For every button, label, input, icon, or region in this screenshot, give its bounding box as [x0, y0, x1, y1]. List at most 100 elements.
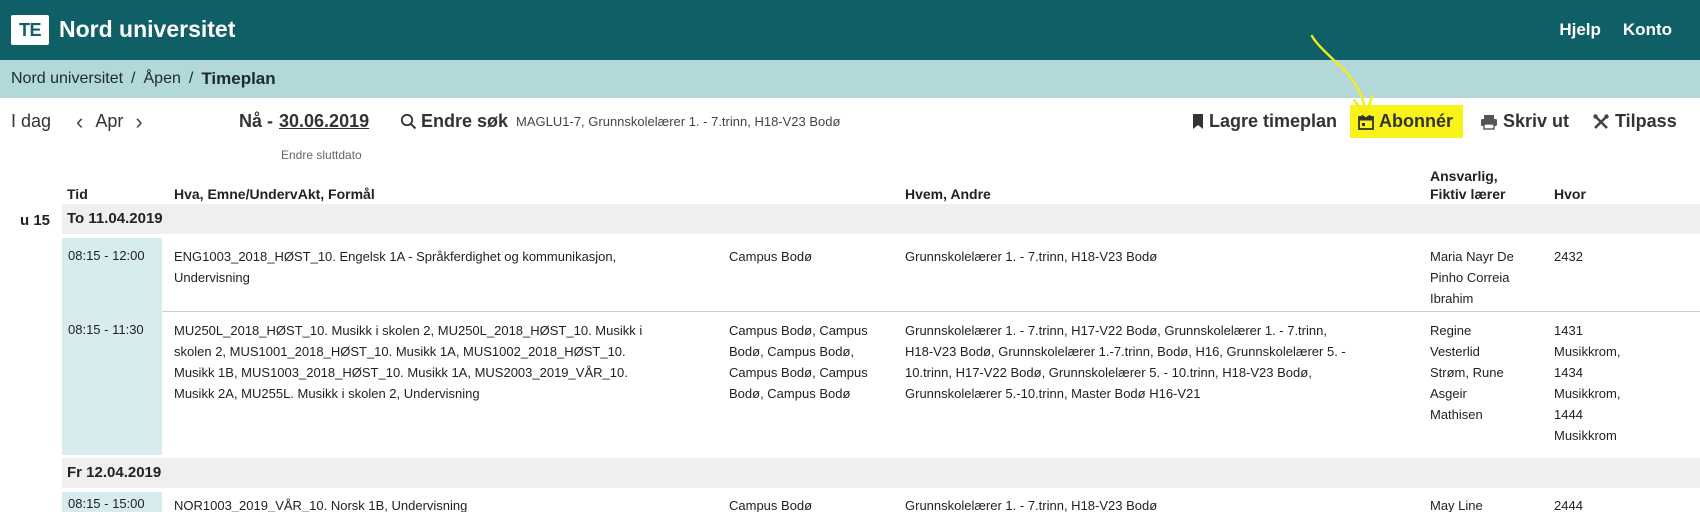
breadcrumb-separator: / [188, 70, 194, 87]
day-header: Fr 12.04.2019 [62, 458, 1700, 488]
who-cell: Grunnskolelærer 1. - 7.trinn, H18-V23 Bo… [905, 246, 1415, 267]
who-line: Grunnskolelærer 1. - 7.trinn, H17-V22 Bo… [905, 323, 1327, 338]
bookmark-icon [1193, 114, 1203, 129]
where-line: 1431 [1554, 323, 1583, 338]
printer-icon [1481, 114, 1497, 130]
today-button[interactable]: I dag [11, 111, 51, 132]
column-header-what: Hva, Emne/UndervAkt, Formål [174, 186, 375, 202]
responsible-line: Maria Nayr De [1430, 249, 1514, 264]
column-header-responsible: Ansvarlig, Fiktiv lærer [1430, 167, 1505, 203]
change-end-date-link[interactable]: Endre sluttdato [281, 148, 362, 162]
app-title[interactable]: Nord universitet [59, 16, 235, 43]
where-line: Musikkrom [1554, 428, 1617, 443]
responsible-cell: May Line [1430, 495, 1540, 512]
week-label: u 15 [20, 212, 51, 229]
breadcrumb-current: Timeplan [201, 69, 276, 88]
chevron-right-icon[interactable]: › [135, 110, 142, 132]
campus-cell: Campus Bodø, Campus Bodø, Campus Bodø, C… [729, 320, 899, 404]
what-line: Undervisning [174, 270, 250, 285]
campus-line: Bodø, Campus Bodø [729, 386, 851, 401]
end-date-link[interactable]: 30.06.2019 [279, 111, 369, 132]
what-line: ENG1003_2018_HØST_10. Engelsk 1A - Språk… [174, 249, 617, 264]
responsible-line: Vesterlid [1430, 344, 1480, 359]
responsible-cell: Maria Nayr De Pinho Correia Ibrahim [1430, 246, 1540, 309]
column-header-who: Hvem, Andre [905, 186, 991, 202]
search-query: MAGLU1-7, Grunnskolelærer 1. - 7.trinn, … [516, 114, 841, 129]
what-line: Musikk 2A, MU255L. Musikk i skolen 2, Un… [174, 386, 480, 401]
who-cell: Grunnskolelærer 1. - 7.trinn, H18-V23 Bo… [905, 495, 1415, 512]
te-logo[interactable]: TE [11, 15, 49, 45]
responsible-line: Asgeir [1430, 386, 1467, 401]
where-line: Musikkrom, [1554, 344, 1621, 359]
campus-cell: Campus Bodø [729, 246, 899, 267]
where-line: 2444 [1554, 498, 1583, 512]
where-cell: 2444 [1554, 495, 1684, 512]
account-link[interactable]: Konto [1623, 20, 1672, 40]
campus-line: Campus Bodø, Campus [729, 323, 868, 338]
responsible-line: May Line [1430, 498, 1483, 512]
column-header-time: Tid [67, 186, 88, 202]
chevron-left-icon[interactable]: ‹ [76, 110, 83, 132]
campus-line: Bodø, Campus Bodø, [729, 344, 854, 359]
where-cell: 2432 [1554, 246, 1684, 267]
now-label: Nå - [239, 111, 274, 131]
customize-label: Tilpass [1615, 111, 1677, 131]
breadcrumb-item-open[interactable]: Åpen [144, 70, 181, 88]
change-search[interactable]: Endre søk MAGLU1-7, Grunnskolelærer 1. -… [400, 111, 840, 132]
breadcrumb-separator: / [131, 70, 136, 87]
responsible-line: Ibrahim [1430, 291, 1474, 306]
responsible-line: Regine [1430, 323, 1472, 338]
who-cell: Grunnskolelærer 1. - 7.trinn, H17-V22 Bo… [905, 320, 1420, 404]
responsible-line: Strøm, Rune [1430, 365, 1504, 380]
who-line: Grunnskolelærer 5.-10.trinn, Master Bodø… [905, 386, 1201, 401]
column-header-responsible-line1: Ansvarlig, [1430, 168, 1498, 184]
responsible-line: Pinho Correia [1430, 270, 1510, 285]
row-divider [162, 311, 1700, 312]
who-line: Grunnskolelærer 1. - 7.trinn, H18-V23 Bo… [905, 498, 1158, 512]
who-line: H18-V23 Bodø, Grunnskolelærer 1.-7.trinn… [905, 344, 1346, 359]
breadcrumb-item-university[interactable]: Nord universitet [11, 70, 123, 88]
what-line: Musikk 1B, MUS1003_2018_HØST_10. Musikk … [174, 365, 628, 380]
toolbar: I dag ‹ Apr › Nå - 30.06.2019 Endre søk … [0, 98, 1700, 148]
time-cell: 08:15 - 15:00 [62, 492, 162, 512]
column-header-where: Hvor [1554, 186, 1586, 202]
breadcrumb: Nord universitet / Åpen / Timeplan [0, 60, 1700, 98]
where-line: 1434 [1554, 365, 1583, 380]
now-range: Nå - 30.06.2019 [239, 111, 369, 132]
time-cell: 08:15 - 12:00 [62, 238, 162, 312]
month-label: Apr [95, 111, 124, 131]
print-button[interactable]: Skriv ut [1480, 111, 1569, 132]
time-cell: 08:15 - 11:30 [62, 312, 162, 455]
campus-cell: Campus Bodø [729, 495, 899, 512]
where-cell: 1431 Musikkrom, 1434 Musikkrom, 1444 Mus… [1554, 320, 1684, 446]
what-line: NOR1003_2019_VÅR_10. Norsk 1B, Undervisn… [174, 498, 468, 512]
help-link[interactable]: Hjelp [1559, 20, 1601, 40]
what-cell[interactable]: ENG1003_2018_HØST_10. Engelsk 1A - Språk… [174, 246, 714, 288]
where-line: 1444 [1554, 407, 1583, 422]
search-icon [400, 113, 417, 130]
print-label: Skriv ut [1503, 111, 1570, 131]
day-header: To 11.04.2019 [62, 204, 1700, 234]
column-header-responsible-line2: Fiktiv lærer [1430, 186, 1506, 202]
where-line: 2432 [1554, 249, 1583, 264]
top-bar: TE Nord universitet Hjelp Konto [0, 0, 1700, 60]
who-line: 10.trinn, H17-V22 Bodø, Grunnskolelærer … [905, 365, 1312, 380]
subscribe-label: Abonnér [1379, 111, 1453, 131]
where-line: Musikkrom, [1554, 386, 1621, 401]
month-nav: ‹ Apr › [76, 110, 143, 132]
what-cell[interactable]: MU250L_2018_HØST_10. Musikk i skolen 2, … [174, 320, 719, 404]
campus-line: Campus Bodø, Campus [729, 365, 868, 380]
annotation-arrow-icon [1310, 34, 1374, 118]
what-cell[interactable]: NOR1003_2019_VÅR_10. Norsk 1B, Undervisn… [174, 495, 714, 512]
what-line: skolen 2, MUS1001_2018_HØST_10. Musikk 1… [174, 344, 626, 359]
top-links: Hjelp Konto [1559, 20, 1672, 40]
change-search-label: Endre søk [421, 111, 509, 131]
responsible-line: Mathisen [1430, 407, 1483, 422]
tools-icon [1593, 113, 1609, 129]
customize-button[interactable]: Tilpass [1592, 111, 1677, 132]
campus-line: Campus Bodø [729, 498, 813, 512]
who-line: Grunnskolelærer 1. - 7.trinn, H18-V23 Bo… [905, 249, 1158, 264]
what-line: MU250L_2018_HØST_10. Musikk i skolen 2, … [174, 323, 643, 338]
campus-line: Campus Bodø [729, 249, 813, 264]
responsible-cell: Regine Vesterlid Strøm, Rune Asgeir Math… [1430, 320, 1540, 425]
